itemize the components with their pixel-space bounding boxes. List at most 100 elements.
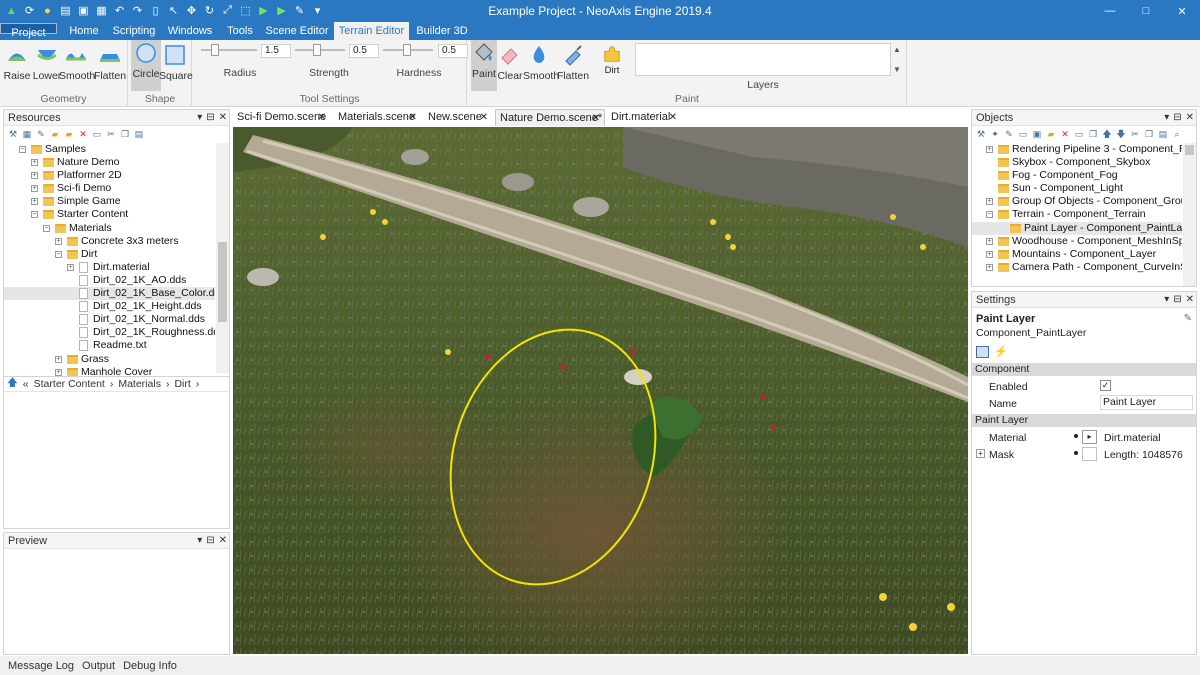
pin-dropdown-icon[interactable]: ▾ [1164,292,1169,308]
strength-slider-thumb[interactable] [313,44,321,56]
tree-item[interactable]: − Samples [4,143,215,156]
resources-scrollbar[interactable] [216,143,229,373]
move-down-icon[interactable]: 🡇 [1115,129,1127,141]
tree-item[interactable]: Dirt_02_1K_Height.dds [4,300,215,313]
scene-viewport[interactable] [233,127,968,654]
tab-windows[interactable]: Windows [165,22,215,40]
doc-tab[interactable]: Dirt.material ✕ [607,109,681,126]
tree-item[interactable]: Readme.txt [4,339,215,352]
copy-icon[interactable]: ❐ [119,129,131,141]
flatten-button[interactable]: Flatten [93,42,127,86]
breadcrumb-item[interactable]: Dirt [174,378,190,390]
expand-icon[interactable]: + [986,263,993,271]
tree-item[interactable]: Skybox - Component_Skybox [972,156,1182,169]
tree-item[interactable]: Dirt_02_1K_Base_Color.dds [4,287,215,301]
close-tab-icon[interactable]: ✕ [480,109,488,126]
tree-item[interactable]: + Grass [4,353,215,366]
tree-item[interactable]: − Starter Content [4,208,215,221]
collapse-icon[interactable]: − [986,211,993,219]
close-panel-icon[interactable]: ✕ [219,533,227,549]
tree-item[interactable]: + Woodhouse - Component_MeshInSpace [972,235,1182,248]
smooth-button[interactable]: Smooth [59,42,95,86]
doc-tab[interactable]: New.scene ✕ [424,109,492,126]
objects-scroll-thumb[interactable] [1185,145,1194,155]
breadcrumb-item[interactable]: Starter Content [34,378,105,390]
inspector-settings-icon[interactable]: ✎ [1184,313,1192,324]
layer-item-dirt[interactable]: Dirt [593,42,631,82]
dock-pin-icon[interactable]: ⊟ [1173,110,1181,126]
up-arrow-icon[interactable]: 🡅 [7,375,18,393]
resources-scroll-thumb[interactable] [218,242,227,322]
events-view-icon[interactable]: ⚡ [994,345,1008,358]
debug-info-tab[interactable]: Debug Info [123,660,177,672]
dock-pin-icon[interactable]: ⊟ [206,533,214,549]
tab-project[interactable]: Project [0,23,57,39]
radius-slider-track[interactable] [201,49,257,51]
paste-icon[interactable]: ▤ [133,129,145,141]
expand-icon[interactable]: + [31,159,38,167]
circle-shape-button[interactable]: Circle [131,40,161,91]
tree-item[interactable]: Fog - Component_Fog [972,169,1182,182]
objects-scrollbar[interactable] [1183,143,1196,286]
tab-builder-3d[interactable]: Builder 3D [413,22,471,40]
import-icon[interactable]: ▰ [63,129,75,141]
minimize-button[interactable]: — [1092,0,1128,22]
tab-tools[interactable]: Tools [222,22,258,40]
tree-item[interactable]: + Group Of Objects - Component_GroupOfObj… [972,195,1182,208]
collapse-icon[interactable]: − [19,146,26,153]
tree-item[interactable]: + Sci-fi Demo [4,182,215,195]
new-object-icon[interactable]: ✦ [989,129,1001,141]
clone-icon[interactable]: ❐ [1087,129,1099,141]
raise-button[interactable]: Raise [0,42,34,86]
mask-preview[interactable] [1082,447,1097,461]
new-folder-icon[interactable]: ▰ [49,129,61,141]
new-folder-icon[interactable]: ▰ [1045,129,1057,141]
tree-item[interactable]: Dirt_02_1K_Normal.dds [4,313,215,326]
pin-dropdown-icon[interactable]: ▾ [197,533,202,549]
expand-icon[interactable]: + [31,198,38,206]
doc-tab-active[interactable]: Nature Demo.scene* ✕ [495,109,605,126]
tab-scripting[interactable]: Scripting [110,22,158,40]
radius-slider-thumb[interactable] [211,44,219,56]
move-up-icon[interactable]: 🡅 [1101,129,1113,141]
tree-item[interactable]: + Nature Demo [4,156,215,169]
delete-icon[interactable]: ✕ [77,129,89,141]
tree-item[interactable]: + Concrete 3x3 meters [4,235,215,248]
enabled-checkbox[interactable]: ✓ [1100,380,1111,391]
pin-dropdown-icon[interactable]: ▾ [1164,110,1169,126]
tree-item[interactable]: Sun - Component_Light [972,182,1182,195]
close-panel-icon[interactable]: ✕ [1186,110,1194,126]
layers-scroll-up-icon[interactable]: ▲ [893,45,901,54]
maximize-button[interactable]: □ [1128,0,1164,22]
frame-icon[interactable]: ▣ [1031,129,1043,141]
expand-icon[interactable]: + [55,355,62,363]
close-tab-icon[interactable]: ✕ [592,110,600,127]
tree-item[interactable]: − Dirt [4,248,215,261]
expand-icon[interactable]: + [31,172,38,180]
dock-pin-icon[interactable]: ⊟ [1173,292,1181,308]
paint-flatten-button[interactable]: Flatten [556,42,590,86]
expand-icon[interactable]: + [986,237,993,245]
expand-icon[interactable]: + [55,237,62,245]
expand-icon[interactable]: + [986,250,993,258]
edit-icon[interactable]: ✎ [35,129,47,141]
doc-tab[interactable]: Sci-fi Demo.scene ✕ [233,109,330,126]
paste-icon[interactable]: ▤ [1157,129,1169,141]
tab-terrain-editor[interactable]: Terrain Editor [334,22,409,40]
tab-home[interactable]: Home [63,22,105,40]
cut-icon[interactable]: ✂ [1129,129,1141,141]
edit-icon[interactable]: ✎ [1003,129,1015,141]
settings-icon[interactable]: ⚒ [7,129,19,141]
expand-mask-icon[interactable]: + [976,449,985,458]
close-panel-icon[interactable]: ✕ [1186,292,1194,308]
view-mode-icon[interactable]: ▦ [21,129,33,141]
expand-icon[interactable]: + [31,185,38,193]
expand-icon[interactable]: + [986,146,993,153]
strength-value[interactable]: 0.5 [349,44,379,58]
tree-item[interactable]: + Mountains - Component_Layer [972,248,1182,261]
output-tab[interactable]: Output [82,660,115,672]
message-log-tab[interactable]: Message Log [8,660,74,672]
copy-icon[interactable]: ❐ [1143,129,1155,141]
collapse-icon[interactable]: − [31,211,38,219]
collapse-icon[interactable]: − [43,224,50,232]
